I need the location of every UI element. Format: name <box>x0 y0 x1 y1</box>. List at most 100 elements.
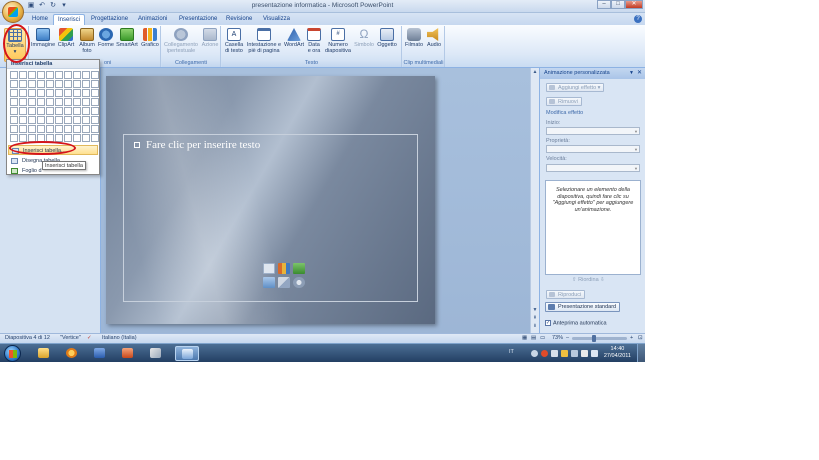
grid-cell[interactable] <box>55 116 63 124</box>
slideshow-view-icon[interactable]: ▭ <box>540 334 545 343</box>
oggetto-button[interactable]: Oggetto <box>375 28 399 48</box>
vertical-scrollbar[interactable]: ▲ ▼ ⇞ ⇟ <box>530 68 539 333</box>
grid-cell[interactable] <box>64 98 72 106</box>
grid-cell[interactable] <box>55 71 63 79</box>
grid-cell[interactable] <box>91 80 99 88</box>
grid-cell[interactable] <box>55 80 63 88</box>
grid-cell[interactable] <box>64 134 72 142</box>
grid-cell[interactable] <box>28 71 36 79</box>
grid-cell[interactable] <box>64 125 72 133</box>
insert-table-icon[interactable] <box>263 263 275 274</box>
zoom-level[interactable]: 73% <box>552 334 563 343</box>
zoom-knob[interactable] <box>592 335 596 342</box>
next-slide-icon[interactable]: ⇟ <box>531 322 539 330</box>
tray-icon-2[interactable] <box>541 350 548 357</box>
grid-cell[interactable] <box>91 89 99 97</box>
scroll-up-icon[interactable]: ▲ <box>531 68 539 76</box>
grid-cell[interactable] <box>46 89 54 97</box>
office-button[interactable] <box>2 1 24 23</box>
move-up-icon[interactable]: ⇧ <box>572 277 577 283</box>
grid-cell[interactable] <box>82 80 90 88</box>
grid-cell[interactable] <box>37 89 45 97</box>
wordart-button[interactable]: WordArt <box>283 28 305 48</box>
grid-cell[interactable] <box>46 98 54 106</box>
grid-cell[interactable] <box>91 116 99 124</box>
grid-cell[interactable] <box>91 134 99 142</box>
grid-cell[interactable] <box>10 98 18 106</box>
fit-slide-icon[interactable]: ⊡ <box>638 334 643 343</box>
grid-cell[interactable] <box>19 71 27 79</box>
help-icon[interactable]: ? <box>634 15 642 23</box>
grid-cell[interactable] <box>10 134 18 142</box>
grid-cell[interactable] <box>37 134 45 142</box>
clipart-button[interactable]: ClipArt <box>56 28 76 48</box>
tab-visualizza[interactable]: Visualizza <box>259 14 294 25</box>
tabella-button[interactable]: Tabella ▾ <box>4 28 26 62</box>
grid-cell[interactable] <box>37 71 45 79</box>
grid-cell[interactable] <box>55 89 63 97</box>
grid-cell[interactable] <box>82 125 90 133</box>
grid-cell[interactable] <box>82 89 90 97</box>
grid-cell[interactable] <box>82 116 90 124</box>
grid-cell[interactable] <box>73 107 81 115</box>
grid-cell[interactable] <box>55 125 63 133</box>
zoom-out-icon[interactable]: – <box>566 334 569 343</box>
scroll-down-icon[interactable]: ▼ <box>531 306 539 314</box>
grid-cell[interactable] <box>10 125 18 133</box>
grid-cell[interactable] <box>82 134 90 142</box>
grid-cell[interactable] <box>10 71 18 79</box>
grid-cell[interactable] <box>64 71 72 79</box>
maximize-button[interactable]: □ <box>611 0 625 9</box>
slide-sorter-icon[interactable]: ▤ <box>531 334 536 343</box>
minimize-button[interactable]: – <box>597 0 611 9</box>
grid-cell[interactable] <box>28 116 36 124</box>
zoom-slider[interactable] <box>572 335 627 342</box>
tray-icon-1[interactable] <box>531 350 538 357</box>
grid-cell[interactable] <box>28 134 36 142</box>
grid-cell[interactable] <box>19 98 27 106</box>
grid-cell[interactable] <box>73 71 81 79</box>
volume-icon[interactable] <box>591 350 598 357</box>
grid-cell[interactable] <box>46 80 54 88</box>
smartart-button[interactable]: SmartArt <box>115 28 139 48</box>
anteprima-automatica-checkbox[interactable]: ✓ Anteprima automatica <box>545 320 607 326</box>
grid-cell[interactable] <box>28 98 36 106</box>
taskbar-tool[interactable] <box>144 346 168 361</box>
grid-cell[interactable] <box>46 71 54 79</box>
grid-cell[interactable] <box>73 134 81 142</box>
filmato-button[interactable]: Filmato <box>404 28 424 48</box>
close-button[interactable]: ✕ <box>625 0 643 9</box>
grid-cell[interactable] <box>19 125 27 133</box>
taskbar-word[interactable] <box>88 346 112 361</box>
clock[interactable]: 14:40 27/04/2011 <box>604 346 631 360</box>
grid-cell[interactable] <box>91 98 99 106</box>
tab-revisione[interactable]: Revisione <box>222 14 256 25</box>
grid-cell[interactable] <box>28 89 36 97</box>
grid-cell[interactable] <box>55 107 63 115</box>
taskbar-active-window[interactable] <box>175 346 199 361</box>
insert-smartart-icon[interactable] <box>293 263 305 274</box>
rimuovi-button[interactable]: Rimuovi <box>546 97 582 106</box>
grid-cell[interactable] <box>73 98 81 106</box>
grid-cell[interactable] <box>10 107 18 115</box>
tab-inserisci[interactable]: Inserisci <box>53 14 86 25</box>
album-foto-button[interactable]: Album foto <box>77 28 97 54</box>
grid-cell[interactable] <box>46 134 54 142</box>
grid-cell[interactable] <box>19 80 27 88</box>
move-down-icon[interactable]: ⇩ <box>600 277 605 283</box>
collegamento-button[interactable]: Collegamento ipertestuale <box>163 28 199 54</box>
normal-view-icon[interactable]: ▦ <box>522 334 527 343</box>
data-ora-button[interactable]: Data e ora <box>306 28 322 54</box>
grid-cell[interactable] <box>91 125 99 133</box>
grid-cell[interactable] <box>46 116 54 124</box>
zoom-in-icon[interactable]: + <box>630 334 633 343</box>
grid-cell[interactable] <box>55 134 63 142</box>
intestazione-button[interactable]: Intestazione e piè di pagina <box>246 28 282 54</box>
numero-diapositiva-button[interactable]: # Numero diapositiva <box>323 28 353 54</box>
grid-cell[interactable] <box>55 98 63 106</box>
insert-clipart-icon[interactable] <box>278 277 290 288</box>
azione-button[interactable]: Azione <box>200 28 220 48</box>
grid-cell[interactable] <box>37 80 45 88</box>
immagine-button[interactable]: Immagine <box>31 28 55 48</box>
close-pane-icon[interactable]: ✕ <box>637 68 642 79</box>
